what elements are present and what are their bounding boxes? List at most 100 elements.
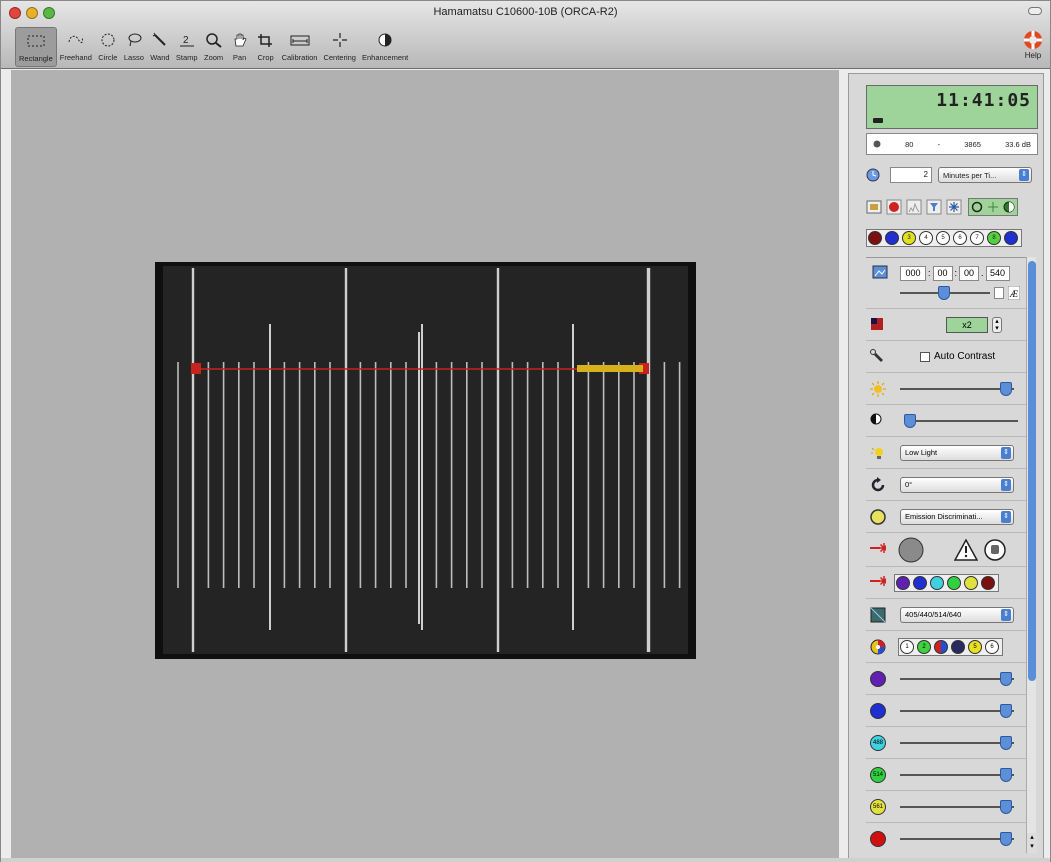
- wheel-5-button[interactable]: 5: [968, 639, 982, 654]
- tool-pan[interactable]: Pan: [227, 27, 253, 67]
- channel-violet-slider[interactable]: [900, 671, 1014, 686]
- sensor-area: [163, 266, 688, 654]
- channel-5-button[interactable]: 5: [936, 231, 950, 245]
- tool-stamp[interactable]: 2 Stamp: [173, 27, 201, 67]
- laser-lines-value: 405/440/514/640: [905, 610, 962, 619]
- channel-darkred-button[interactable]: [868, 231, 882, 245]
- exposure-slider[interactable]: [900, 285, 990, 300]
- channel-yellow-slider-knob[interactable]: [1000, 799, 1012, 814]
- exposure-icon: [872, 265, 888, 279]
- tool-enhancement[interactable]: Enhancement: [359, 27, 411, 67]
- tool-freehand[interactable]: Freehand: [57, 27, 95, 67]
- record-icon[interactable]: [886, 199, 902, 215]
- laser-561-button[interactable]: [964, 575, 978, 590]
- channel-red-slider-knob[interactable]: [1000, 831, 1012, 846]
- channel-4-button[interactable]: 4: [919, 231, 933, 245]
- lasso-icon: [128, 33, 142, 47]
- wheel-1-button[interactable]: 1: [900, 639, 914, 654]
- camera-image[interactable]: [155, 262, 696, 659]
- channel-cyan-slider-knob[interactable]: [1000, 735, 1012, 750]
- laser-514-button[interactable]: [947, 575, 961, 590]
- laser-640-button[interactable]: [981, 575, 995, 590]
- contrast-slider-knob[interactable]: [904, 413, 916, 428]
- channel-blue2-button[interactable]: [1004, 231, 1018, 245]
- laser-440-button[interactable]: [913, 575, 927, 590]
- shutter-status-icon[interactable]: [898, 537, 924, 563]
- light-mode-row: Low Light ⇕: [866, 436, 1026, 468]
- channel-blue-button[interactable]: [885, 231, 899, 245]
- tool-calibration[interactable]: Calibration: [279, 27, 321, 67]
- toolbar-toggle-button[interactable]: [1028, 7, 1042, 15]
- exposure-dot-button[interactable]: [994, 286, 1004, 299]
- brightness-slider-knob[interactable]: [1000, 381, 1012, 396]
- brightness-slider[interactable]: [900, 381, 1014, 396]
- tool-circle[interactable]: Circle: [95, 27, 121, 67]
- channel-green-slider-knob[interactable]: [1000, 767, 1012, 782]
- help-button[interactable]: Help: [1022, 29, 1044, 60]
- channel-blue-slider[interactable]: [900, 703, 1014, 718]
- roi-marker: [577, 365, 643, 372]
- wheel-2-button[interactable]: 2: [917, 639, 931, 654]
- laser-488-button[interactable]: [930, 575, 944, 590]
- enhancement-icon: [378, 33, 392, 47]
- channel-violet-slider-knob[interactable]: [1000, 671, 1012, 686]
- tool-lasso[interactable]: Lasso: [121, 27, 147, 67]
- tool-zoom[interactable]: Zoom: [201, 27, 227, 67]
- panel-scrollbar-thumb[interactable]: [1028, 261, 1036, 681]
- tool-crop[interactable]: Crop: [253, 27, 279, 67]
- exposure-ms-input[interactable]: 540: [985, 265, 1010, 281]
- exposure-row: 000: 00: 00. 540 Æ: [866, 257, 1026, 307]
- exposure-seconds-input[interactable]: 00: [959, 265, 980, 281]
- light-mode-select[interactable]: Low Light ⇕: [900, 444, 1014, 461]
- histogram-sep: -: [937, 139, 941, 149]
- channel-3-button[interactable]: 3: [902, 231, 916, 245]
- exposure-minutes-input[interactable]: 00: [932, 265, 953, 281]
- laser-status-row: [866, 532, 1026, 566]
- auto-contrast-checkbox[interactable]: [920, 351, 930, 362]
- timelapse-unit-select[interactable]: Minutes per Ti... ⇕: [938, 167, 1032, 183]
- sun-icon: [870, 380, 886, 397]
- wheel-6-button[interactable]: 6: [985, 639, 999, 654]
- acquisition-buttons-row: [866, 198, 1038, 216]
- channel-cyan-slider[interactable]: [900, 735, 1014, 750]
- funnel-icon[interactable]: [926, 199, 942, 215]
- wheel-3-button[interactable]: [934, 639, 948, 654]
- exposure-hours-input[interactable]: 000: [900, 265, 926, 281]
- panel-scrollbar[interactable]: ▴ ▾: [1026, 257, 1037, 853]
- contrast-slider[interactable]: [904, 413, 1018, 428]
- wrench-icon: [870, 348, 883, 362]
- pan-icon: [234, 33, 247, 47]
- mode-segment[interactable]: [968, 198, 1018, 216]
- exposure-slider-knob[interactable]: [938, 285, 950, 300]
- aperture-icon: [873, 140, 881, 148]
- emission-filter-select[interactable]: Emission Discriminati... ⇕: [900, 508, 1014, 525]
- channel-red-slider[interactable]: [900, 831, 1014, 846]
- wheel-4-button[interactable]: [951, 639, 965, 654]
- timelapse-interval-input[interactable]: 2: [890, 167, 932, 183]
- auto-exposure-icon[interactable]: Æ: [1008, 285, 1020, 300]
- channel-cyan-icon: 488: [870, 734, 886, 751]
- scroll-arrows[interactable]: ▴ ▾: [1027, 833, 1037, 853]
- channel-violet-icon: [870, 670, 886, 687]
- tool-centering[interactable]: Centering: [320, 27, 359, 67]
- snowflake-icon[interactable]: [946, 199, 962, 215]
- channel-8-button[interactable]: 8: [987, 231, 1001, 245]
- tool-rectangle[interactable]: Rectangle: [15, 27, 57, 67]
- binning-stepper[interactable]: ▴ ▾: [992, 316, 1002, 333]
- channel-yellow-slider[interactable]: [900, 799, 1014, 814]
- histogram-icon[interactable]: [906, 199, 922, 215]
- channel-yellow-icon: 561: [870, 798, 886, 815]
- app-window: Hamamatsu C10600-10B (ORCA-R2) Rectangle…: [0, 0, 1051, 862]
- rotation-select[interactable]: 0° ⇕: [900, 476, 1014, 493]
- channel-blue-slider-knob[interactable]: [1000, 703, 1012, 718]
- laser-405-button[interactable]: [896, 575, 910, 590]
- channel-6-button[interactable]: 6: [953, 231, 967, 245]
- laser-lines-select[interactable]: 405/440/514/640 ⇕: [900, 606, 1014, 623]
- snapshot-icon[interactable]: [866, 199, 882, 215]
- tool-wand[interactable]: Wand: [147, 27, 173, 67]
- channel-green-slider[interactable]: [900, 767, 1014, 782]
- channel-slider-6-row: [866, 822, 1026, 854]
- svg-text:2: 2: [183, 35, 189, 46]
- channel-7-button[interactable]: 7: [970, 231, 984, 245]
- lightbulb-icon: [871, 447, 883, 459]
